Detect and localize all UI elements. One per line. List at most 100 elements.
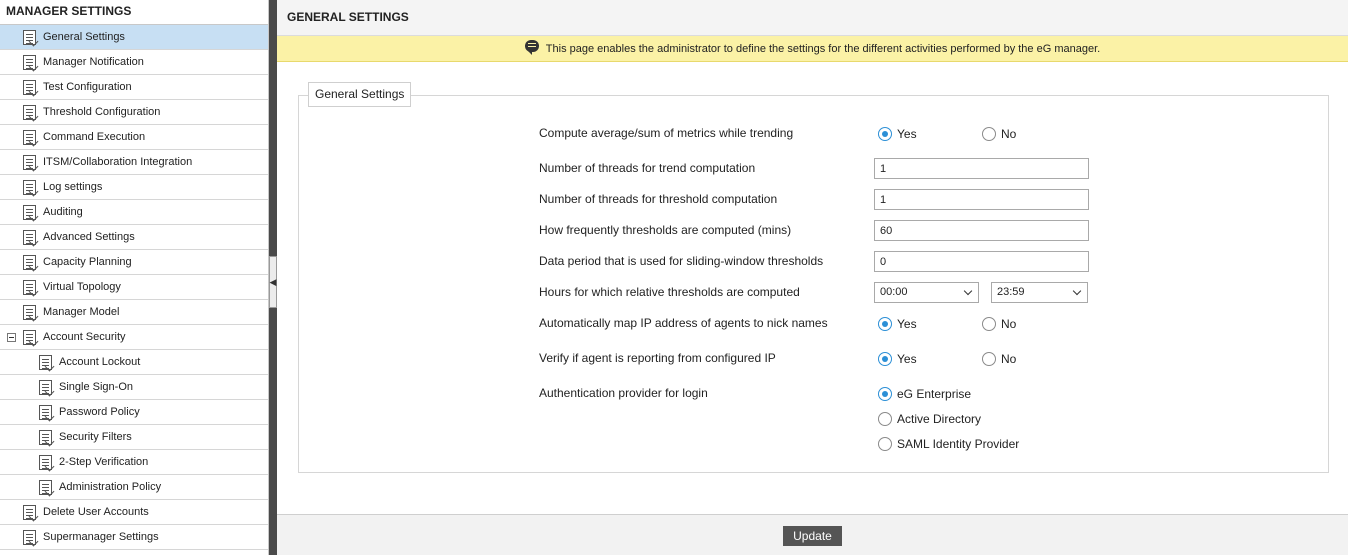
sidebar-item-label: Administration Policy xyxy=(59,481,162,493)
sidebar: MANAGER SETTINGS General Settings Manager… xyxy=(0,0,269,555)
radio-checked-icon xyxy=(878,352,892,366)
trend-threads-input[interactable] xyxy=(874,158,1089,179)
sidebar-item-security-filters[interactable]: Security Filters xyxy=(0,425,268,450)
sidebar-item-label: ITSM/Collaboration Integration xyxy=(43,156,193,168)
trending-no-radio[interactable]: No xyxy=(982,127,1016,141)
sidebar-item-administration-policy[interactable]: Administration Policy xyxy=(0,475,268,500)
document-settings-icon xyxy=(23,204,36,220)
sidebar-item-manager-model[interactable]: Manager Model xyxy=(0,300,268,325)
document-settings-icon xyxy=(23,54,36,70)
document-settings-icon xyxy=(39,404,52,420)
trending-label: Compute average/sum of metrics while tre… xyxy=(539,126,794,140)
sliding-window-label: Data period that is used for sliding-win… xyxy=(539,254,824,268)
select-value: 00:00 xyxy=(880,286,908,298)
threshold-threads-label: Number of threads for threshold computat… xyxy=(539,192,778,206)
sidebar-item-log-settings[interactable]: Log settings xyxy=(0,175,268,200)
radio-checked-icon xyxy=(878,317,892,331)
sidebar-item-supermanager-settings[interactable]: Supermanager Settings xyxy=(0,525,268,550)
sidebar-item-auditing[interactable]: Auditing xyxy=(0,200,268,225)
sidebar-item-label: Manager Model xyxy=(43,306,120,318)
sidebar-item-2-step-verification[interactable]: 2-Step Verification xyxy=(0,450,268,475)
page-title: GENERAL SETTINGS xyxy=(277,0,1348,36)
verify-ip-no-radio[interactable]: No xyxy=(982,352,1016,366)
sidebar-item-itsm-collaboration-integration[interactable]: ITSM/Collaboration Integration xyxy=(0,150,268,175)
document-settings-icon xyxy=(39,479,52,495)
sidebar-item-label: Manager Notification xyxy=(43,56,144,68)
document-settings-icon xyxy=(23,79,36,95)
sidebar-item-label: Delete User Accounts xyxy=(43,506,149,518)
radio-checked-icon xyxy=(878,127,892,141)
document-settings-icon xyxy=(23,279,36,295)
map-ip-label: Automatically map IP address of agents t… xyxy=(539,316,828,330)
sidebar-item-label: Virtual Topology xyxy=(43,281,121,293)
sidebar-item-account-lockout[interactable]: Account Lockout xyxy=(0,350,268,375)
sidebar-item-capacity-planning[interactable]: Capacity Planning xyxy=(0,250,268,275)
radio-label: SAML Identity Provider xyxy=(897,437,1020,451)
document-settings-icon xyxy=(23,154,36,170)
sidebar-item-delete-user-accounts[interactable]: Delete User Accounts xyxy=(0,500,268,525)
sidebar-item-virtual-topology[interactable]: Virtual Topology xyxy=(0,275,268,300)
radio-label: Yes xyxy=(897,317,917,331)
auth-saml-radio[interactable]: SAML Identity Provider xyxy=(878,437,1019,451)
threshold-frequency-input[interactable] xyxy=(874,220,1089,241)
sidebar-item-account-security[interactable]: Account Security xyxy=(0,325,268,350)
document-settings-icon xyxy=(23,329,36,345)
select-value: 23:59 xyxy=(997,286,1025,298)
threshold-threads-input[interactable] xyxy=(874,189,1089,210)
sidebar-item-test-configuration[interactable]: Test Configuration xyxy=(0,75,268,100)
sidebar-item-password-policy[interactable]: Password Policy xyxy=(0,400,268,425)
map-ip-yes-radio[interactable]: Yes xyxy=(878,317,917,331)
document-settings-icon xyxy=(23,529,36,545)
relative-hours-from-select[interactable]: 00:00 xyxy=(874,282,979,303)
update-button[interactable]: Update xyxy=(783,526,842,546)
verify-ip-label: Verify if agent is reporting from config… xyxy=(539,351,776,365)
trending-yes-radio[interactable]: Yes xyxy=(878,127,917,141)
sidebar-item-general-settings[interactable]: General Settings xyxy=(0,25,268,50)
sidebar-item-label: Password Policy xyxy=(59,406,140,418)
radio-label: Yes xyxy=(897,127,917,141)
main-content: GENERAL SETTINGS This page enables the a… xyxy=(277,0,1348,555)
sidebar-item-single-sign-on[interactable]: Single Sign-On xyxy=(0,375,268,400)
sidebar-item-manager-notification[interactable]: Manager Notification xyxy=(0,50,268,75)
document-settings-icon xyxy=(39,429,52,445)
auth-provider-label: Authentication provider for login xyxy=(539,386,708,400)
relative-hours-to-select[interactable]: 23:59 xyxy=(991,282,1088,303)
sidebar-item-label: Advanced Settings xyxy=(43,231,135,243)
settings-panel xyxy=(298,95,1329,473)
sidebar-item-label: Single Sign-On xyxy=(59,381,133,393)
sidebar-item-label: Security Filters xyxy=(59,431,132,443)
info-banner: This page enables the administrator to d… xyxy=(277,36,1348,62)
radio-unchecked-icon xyxy=(982,317,996,331)
document-settings-icon xyxy=(39,354,52,370)
collapse-minus-icon[interactable] xyxy=(7,332,16,342)
sidebar-item-advanced-settings[interactable]: Advanced Settings xyxy=(0,225,268,250)
banner-text: This page enables the administrator to d… xyxy=(545,42,1101,55)
sidebar-item-label: Account Security xyxy=(43,331,126,343)
radio-label: Active Directory xyxy=(897,412,982,426)
document-settings-icon xyxy=(23,254,36,270)
verify-ip-yes-radio[interactable]: Yes xyxy=(878,352,917,366)
document-settings-icon xyxy=(23,229,36,245)
document-settings-icon xyxy=(23,304,36,320)
relative-hours-label: Hours for which relative thresholds are … xyxy=(539,285,800,299)
sliding-window-input[interactable] xyxy=(874,251,1089,272)
document-settings-icon xyxy=(23,129,36,145)
radio-unchecked-icon xyxy=(982,127,996,141)
auth-active-directory-radio[interactable]: Active Directory xyxy=(878,412,981,426)
sidebar-item-label: Auditing xyxy=(43,206,83,218)
document-settings-icon xyxy=(39,379,52,395)
collapse-sidebar-handle[interactable]: ◀ xyxy=(269,256,277,308)
panel-legend: General Settings xyxy=(308,82,412,107)
sidebar-item-label: Account Lockout xyxy=(59,356,141,368)
chevron-down-icon xyxy=(1072,286,1082,296)
sidebar-item-command-execution[interactable]: Command Execution xyxy=(0,125,268,150)
threshold-frequency-label: How frequently thresholds are computed (… xyxy=(539,223,792,237)
sidebar-item-label: Log settings xyxy=(43,181,103,193)
document-settings-icon xyxy=(23,179,36,195)
auth-eg-enterprise-radio[interactable]: eG Enterprise xyxy=(878,387,971,401)
map-ip-no-radio[interactable]: No xyxy=(982,317,1016,331)
sidebar-item-label: Command Execution xyxy=(43,131,146,143)
radio-checked-icon xyxy=(878,387,892,401)
radio-label: No xyxy=(1001,317,1017,331)
sidebar-item-threshold-configuration[interactable]: Threshold Configuration xyxy=(0,100,268,125)
